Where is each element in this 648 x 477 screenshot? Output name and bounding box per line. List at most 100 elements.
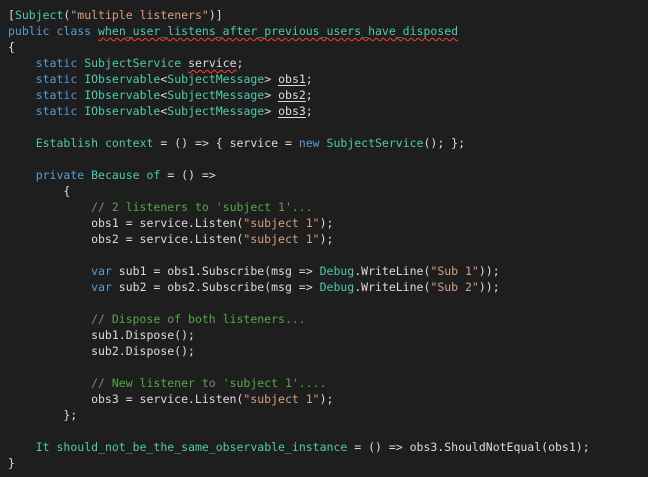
code-punctuation — [8, 136, 36, 150]
code-punctuation: ; — [236, 56, 244, 70]
code-punctuation: = () => — [160, 168, 216, 182]
code-line[interactable]: static IObservable<SubjectMessage> obs3; — [8, 103, 590, 119]
code-punctuation — [140, 168, 147, 182]
code-type-name: Debug — [319, 264, 355, 278]
code-punctuation — [8, 56, 36, 70]
code-punctuation: > — [264, 104, 279, 118]
code-line[interactable]: private Because of = () => — [8, 167, 590, 183]
code-line[interactable]: { — [8, 183, 590, 199]
code-punctuation: ; — [305, 72, 313, 86]
code-keyword: private — [35, 168, 85, 182]
code-identifier: obs3 — [278, 104, 306, 118]
code-line[interactable] — [8, 247, 590, 263]
code-line[interactable]: static IObservable<SubjectMessage> obs1; — [8, 71, 590, 87]
code-line[interactable]: var sub1 = obs1.Subscribe(msg => Debug.W… — [8, 263, 590, 279]
code-line[interactable]: { — [8, 39, 590, 55]
code-type-name: when_user_listens_after_previous_users_h… — [98, 24, 459, 38]
code-line[interactable] — [8, 295, 590, 311]
code-punctuation: sub2.Dispose(); — [8, 344, 195, 358]
code-type-name: IObservable — [84, 72, 161, 86]
code-punctuation: (); }; — [423, 136, 466, 150]
code-punctuation: )); — [478, 280, 500, 294]
code-type-name: Debug — [319, 280, 355, 294]
code-keyword: class — [56, 24, 92, 38]
code-type-name: Establish — [35, 136, 99, 150]
code-punctuation: ; — [305, 104, 313, 118]
code-string: "Sub 1" — [430, 264, 479, 278]
code-punctuation — [8, 104, 36, 118]
code-line[interactable]: var sub2 = obs2.Subscribe(msg => Debug.W… — [8, 279, 590, 295]
code-punctuation — [50, 440, 57, 454]
code-punctuation — [91, 24, 98, 38]
code-type-name: should_not_be_the_same_observable_instan… — [56, 440, 348, 454]
code-punctuation: = () => { service = — [153, 136, 299, 150]
code-type-name: of — [146, 168, 161, 182]
code-keyword: static — [35, 56, 78, 70]
code-type-name: IObservable — [84, 88, 161, 102]
code-punctuation: )] — [208, 8, 223, 22]
code-punctuation: ); — [319, 216, 334, 230]
code-punctuation — [8, 200, 91, 214]
code-punctuation: sub2 = obs2.Subscribe(msg => — [111, 280, 320, 294]
code-keyword: static — [35, 72, 78, 86]
code-line[interactable]: }; — [8, 407, 590, 423]
code-line[interactable] — [8, 359, 590, 375]
code-punctuation: } — [8, 456, 15, 470]
code-string: "Sub 2" — [430, 280, 479, 294]
code-type-name: SubjectService — [84, 56, 182, 70]
code-line[interactable]: obs1 = service.Listen("subject 1"); — [8, 215, 590, 231]
code-comment: // Dispose of both listeners... — [91, 312, 306, 326]
code-punctuation — [8, 376, 91, 390]
code-line[interactable]: sub2.Dispose(); — [8, 343, 590, 359]
code-comment: // New listener to 'subject 1'.... — [91, 376, 327, 390]
code-type-name: It — [35, 440, 50, 454]
code-punctuation: )); — [478, 264, 500, 278]
code-line[interactable] — [8, 151, 590, 167]
code-identifier: service — [188, 56, 237, 70]
code-line[interactable] — [8, 423, 590, 439]
code-line[interactable]: } — [8, 455, 590, 471]
code-line[interactable]: Establish context = () => { service = ne… — [8, 135, 590, 151]
code-keyword: new — [298, 136, 320, 150]
code-type-name: SubjectService — [326, 136, 424, 150]
code-line[interactable]: obs2 = service.Listen("subject 1"); — [8, 231, 590, 247]
code-punctuation: sub1.Dispose(); — [8, 328, 195, 342]
code-string: "subject 1" — [243, 232, 320, 246]
code-line[interactable]: obs3 = service.Listen("subject 1"); — [8, 391, 590, 407]
code-line[interactable]: sub1.Dispose(); — [8, 327, 590, 343]
code-keyword: var — [91, 264, 112, 278]
code-keyword: static — [35, 104, 78, 118]
code-punctuation: .WriteLine( — [354, 264, 431, 278]
code-editor[interactable]: [Subject("multiple listeners")] public cl… — [0, 0, 648, 477]
code-line[interactable]: // Dispose of both listeners... — [8, 311, 590, 327]
code-identifier: obs2 — [278, 88, 306, 102]
code-line[interactable]: public class when_user_listens_after_pre… — [8, 23, 590, 39]
code-punctuation: = () => obs3.ShouldNotEqual(obs1); — [347, 440, 590, 454]
code-punctuation: ; — [305, 88, 313, 102]
code-type-name: SubjectMessage — [167, 72, 265, 86]
code-line[interactable]: [Subject("multiple listeners")] — [8, 7, 590, 23]
code-type-name: Because — [91, 168, 140, 182]
code-line[interactable] — [8, 119, 590, 135]
code-punctuation: .WriteLine( — [354, 280, 431, 294]
code-line[interactable]: // 2 listeners to 'subject 1'... — [8, 199, 590, 215]
code-lines[interactable]: [Subject("multiple listeners")] public cl… — [8, 7, 590, 471]
code-line[interactable]: It should_not_be_the_same_observable_ins… — [8, 439, 590, 455]
code-keyword: static — [35, 88, 78, 102]
code-line[interactable]: // New listener to 'subject 1'.... — [8, 375, 590, 391]
code-line[interactable]: static IObservable<SubjectMessage> obs2; — [8, 87, 590, 103]
code-type-name: SubjectMessage — [167, 104, 265, 118]
code-identifier: obs1 — [278, 72, 306, 86]
code-keyword: public — [8, 24, 50, 38]
code-punctuation: }; — [8, 408, 78, 422]
code-punctuation: sub1 = obs1.Subscribe(msg => — [111, 264, 320, 278]
code-punctuation — [8, 280, 91, 294]
code-type-name: context — [104, 136, 154, 150]
code-punctuation: obs2 = service.Listen( — [8, 232, 244, 246]
code-comment: // 2 listeners to 'subject 1'... — [91, 200, 313, 214]
code-punctuation: ); — [319, 392, 334, 406]
code-line[interactable]: static SubjectService service; — [8, 55, 590, 71]
code-type-name: IObservable — [84, 104, 161, 118]
code-keyword: var — [91, 280, 112, 294]
code-punctuation: ); — [319, 232, 334, 246]
